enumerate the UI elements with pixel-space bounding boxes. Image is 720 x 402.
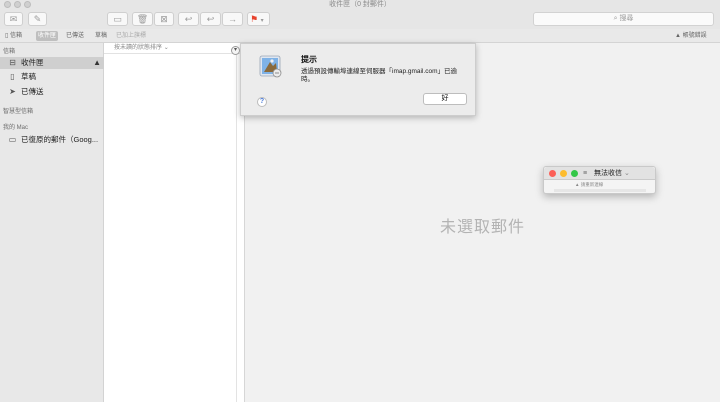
minimize-window-button[interactable] [560,170,567,177]
close-window-button[interactable] [549,170,556,177]
no-message-label: 未選取郵件 [439,219,525,236]
ok-button[interactable]: 好 [423,93,467,105]
favorites-sent-button[interactable]: 已傳送 [64,31,86,41]
sidebar-toggle-icon: ▯ [5,33,9,39]
favorites-inbox-button[interactable]: 收件匣 [36,31,59,41]
reply-all-icon: ↩ [206,14,215,24]
dropdown-toggle[interactable]: ▾ [231,46,240,55]
sort-menu[interactable]: 按未讀的狀態排序 ⌄ [104,43,245,54]
mini-window-status: ▲ 請重新連線 [575,182,604,187]
favorites-mailboxes-button[interactable]: ▯ 信箱 [3,31,24,41]
compose-button[interactable]: ✎ [28,12,47,26]
toolbar: ✉ ✎ ▭ 🗑 ⊠ ↩ ↩ → ⚑ ▾ ⌕ 搜尋 [0,9,720,29]
trash-icon: 🗑 [136,14,149,24]
mail-app-icon [259,55,282,78]
chevron-down-icon: ▾ [233,47,237,53]
document-icon: ▯ [10,72,15,81]
title-bar: 收件匣（0 封郵件） [0,0,720,9]
warning-icon: ▲ [575,182,580,187]
flag-icon: ⚑ [250,14,259,24]
reply-button[interactable]: ↩ [178,12,199,26]
favorites-bar: ▯ 信箱 收件匣 已傳送 草稿 已加上旗標 ▲ 帳號錯誤 [0,29,720,43]
alert-message: 透過預設傳輸埠連線至伺服器「imap.gmail.com」已逾時。 [301,68,458,83]
zoom-window-button[interactable] [571,170,578,177]
sidebar-section-smart[interactable]: 智慧型信箱 [3,106,33,115]
search-field[interactable]: ⌕ 搜尋 [533,12,714,26]
search-icon: ⌕ [613,15,618,22]
chevron-down-icon: ⌄ [163,45,169,51]
warning-icon: ▲ [675,33,681,39]
folder-icon: ▭ [8,135,17,144]
search-placeholder: 搜尋 [619,15,634,22]
list-divider [236,54,237,402]
archive-icon: ▭ [113,14,122,24]
get-mail-button[interactable]: ✉ [4,12,23,26]
message-list[interactable]: 按未讀的狀態排序 ⌄ [104,43,245,402]
compose-icon: ✎ [33,14,42,24]
sidebar-item-inbox[interactable]: ⊟ 收件匣 ▲ [0,57,104,69]
sidebar-item-sent[interactable]: ➤ 已傳送 [0,86,104,98]
account-error-status[interactable]: ▲ 帳號錯誤 [673,31,709,41]
sidebar-item-drafts[interactable]: ▯ 草稿 [0,71,104,83]
forward-icon: → [228,14,237,24]
sidebar-section-mailboxes: 信箱 [3,49,16,55]
favorites-flagged-button[interactable]: 已加上旗標 [114,31,148,41]
delete-button[interactable]: 🗑 [132,12,153,26]
forward-button[interactable]: → [222,12,243,26]
reply-icon: ↩ [184,14,193,24]
envelope-icon: ✉ [9,14,18,24]
chevron-down-icon: ▾ [260,18,264,24]
mini-window-titlebar: ≡ 無法收信 ⌄ [544,167,655,180]
junk-button[interactable]: ⊠ [154,12,174,26]
help-button[interactable]: ? [257,97,267,107]
paper-plane-icon: ➤ [9,87,16,96]
mini-window-title: 無法收信 ⌄ [594,170,630,177]
connection-doctor-window[interactable]: ≡ 無法收信 ⌄ ▲ 請重新連線 [543,166,656,194]
alert-dialog: 提示 透過預設傳輸埠連線至伺服器「imap.gmail.com」已逾時。 ? 好 [240,43,476,116]
sidebar-section-mac[interactable]: 我的 Mac [3,122,28,131]
favorites-drafts-button[interactable]: 草稿 [93,31,109,41]
archive-button[interactable]: ▭ [107,12,128,26]
reply-all-button[interactable]: ↩ [200,12,221,26]
chevron-down-icon: ⌄ [623,170,630,177]
junk-icon: ⊠ [160,14,168,24]
alert-title: 提示 [301,55,317,64]
mini-window-progress [554,189,646,192]
lock-icon: ≡ [583,170,588,177]
flag-button[interactable]: ⚑ ▾ [247,12,270,26]
sidebar: 信箱 ⊟ 收件匣 ▲ ▯ 草稿 ➤ 已傳送 智慧型信箱 我的 Mac ▭ 已復原… [0,43,104,402]
warning-icon[interactable]: ▲ [93,58,101,68]
window-title: 收件匣（0 封郵件） [329,1,391,8]
inbox-tray-icon: ⊟ [9,58,16,67]
sidebar-item-recovered[interactable]: ▭ 已復原的郵件（Goog... [0,134,104,146]
